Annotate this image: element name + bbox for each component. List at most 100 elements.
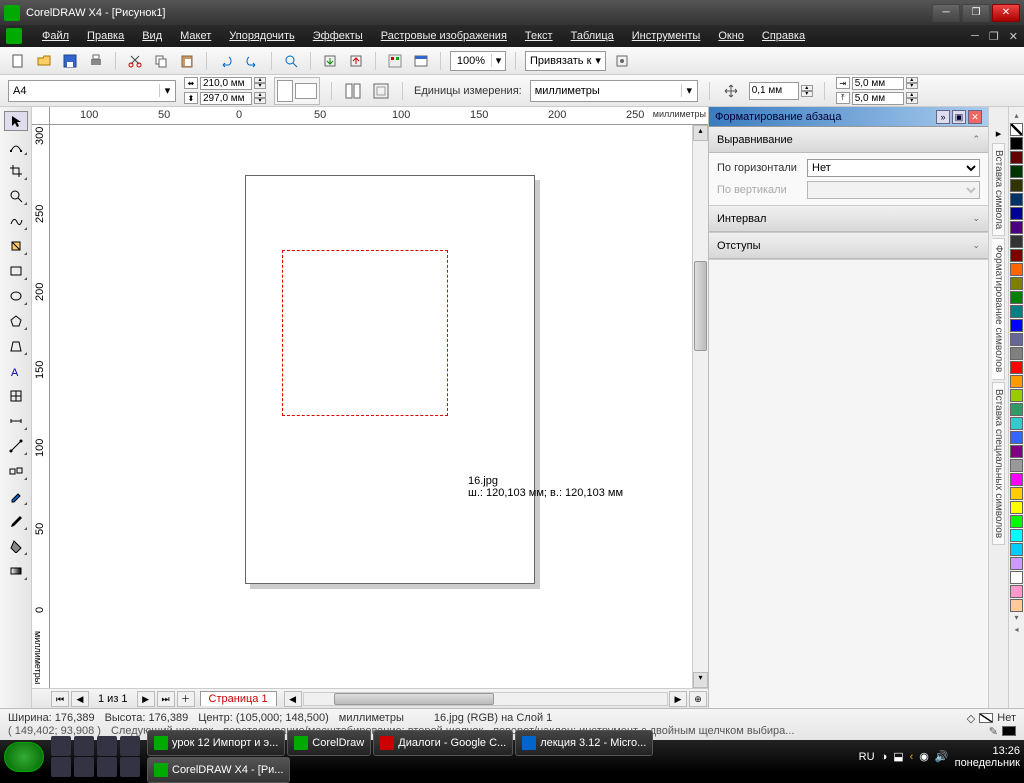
ql-2[interactable] [74, 736, 94, 756]
first-page-button[interactable]: ⏮ [51, 691, 69, 707]
add-page-button[interactable]: ＋ [177, 691, 195, 707]
color-swatch[interactable] [1010, 193, 1023, 206]
docker-tab-special[interactable]: Вставка специальных символов [992, 382, 1005, 545]
import-placement-rect[interactable] [282, 250, 448, 416]
fill-swatch[interactable] [979, 713, 993, 723]
paper-size-combo[interactable]: ▾ [8, 80, 176, 102]
docker-titlebar[interactable]: Форматирование абзаца » ▣ ✕ [709, 107, 988, 127]
color-swatch[interactable] [1010, 319, 1023, 332]
color-swatch[interactable] [1010, 585, 1023, 598]
docker-tab-insert-char[interactable]: Вставка символа [992, 143, 1005, 236]
prev-page-button[interactable]: ◀ [71, 691, 89, 707]
menu-table[interactable]: Таблица [563, 28, 622, 44]
spin-down[interactable]: ▾ [254, 98, 266, 104]
color-swatch[interactable] [1010, 361, 1023, 374]
docker-tab-char-format[interactable]: Форматирование символов [992, 238, 1005, 379]
units-combo[interactable]: ▾ [530, 80, 698, 102]
zoom-tool[interactable] [4, 186, 28, 206]
color-swatch[interactable] [1010, 431, 1023, 444]
tray-arrow-icon[interactable]: ‹ [910, 751, 914, 763]
ql-7[interactable] [97, 757, 117, 777]
print-button[interactable] [86, 51, 106, 71]
tray-icon[interactable]: ◉ [919, 750, 929, 763]
ql-1[interactable] [51, 736, 71, 756]
blend-tool[interactable] [4, 461, 28, 481]
portrait-button[interactable] [277, 80, 293, 102]
freehand-tool[interactable] [4, 211, 28, 231]
ql-8[interactable] [120, 757, 140, 777]
color-swatch[interactable] [1010, 459, 1023, 472]
doc-close-button[interactable]: ✕ [1009, 30, 1018, 43]
color-swatch[interactable] [1010, 151, 1023, 164]
page-frame-button[interactable] [371, 81, 391, 101]
menu-edit[interactable]: Правка [79, 28, 132, 44]
ruler-horizontal[interactable]: миллиметры10050050100150200250 [32, 107, 708, 125]
color-swatch[interactable] [1010, 445, 1023, 458]
color-swatch[interactable] [1010, 515, 1023, 528]
horiz-align-select[interactable]: Нет [807, 159, 980, 177]
color-swatch[interactable] [1010, 543, 1023, 556]
pick-tool[interactable] [4, 111, 28, 131]
scroll-up-button[interactable]: ▴ [693, 125, 708, 141]
color-swatch[interactable] [1010, 487, 1023, 500]
crop-tool[interactable] [4, 161, 28, 181]
no-color-swatch[interactable] [1010, 123, 1023, 136]
ellipse-tool[interactable] [4, 286, 28, 306]
navigator-button[interactable]: ⊕ [689, 691, 707, 707]
app-launcher-button[interactable] [385, 51, 405, 71]
export-button[interactable] [346, 51, 366, 71]
docker-menu-button[interactable]: ▣ [952, 110, 966, 124]
outline-tool[interactable] [4, 511, 28, 531]
dimension-tool[interactable] [4, 411, 28, 431]
clock[interactable]: 13:26 24.03.2008 понедельник [955, 745, 1020, 769]
redo-button[interactable] [242, 51, 262, 71]
page-height-input[interactable] [200, 92, 252, 105]
palette-up-icon[interactable]: ▴ [1009, 111, 1024, 123]
scroll-down-button[interactable]: ▾ [693, 672, 708, 688]
taskbar-item[interactable]: урок 12 Импорт и э... [147, 730, 285, 756]
color-swatch[interactable] [1010, 501, 1023, 514]
docker-collapse-button[interactable]: » [936, 110, 950, 124]
menu-text[interactable]: Текст [517, 28, 561, 44]
last-page-button[interactable]: ⏭ [157, 691, 175, 707]
lang-indicator[interactable]: RU [859, 751, 875, 763]
color-swatch[interactable] [1010, 333, 1023, 346]
menu-layout[interactable]: Макет [172, 28, 219, 44]
text-tool[interactable]: A [4, 361, 28, 381]
taskbar-item[interactable]: CorelDRAW X4 - [Ри... [147, 757, 290, 783]
tray-icon[interactable]: ⬓ [893, 750, 903, 763]
color-swatch[interactable] [1010, 571, 1023, 584]
snap-dropdown-icon[interactable]: ▾ [595, 54, 601, 67]
copy-button[interactable] [151, 51, 171, 71]
color-swatch[interactable] [1010, 291, 1023, 304]
taskbar-item[interactable]: CorelDraw [287, 730, 371, 756]
color-swatch[interactable] [1010, 277, 1023, 290]
palette-flyout-icon[interactable]: ◂ [1009, 625, 1024, 637]
units-input[interactable] [531, 85, 681, 97]
section-alignment[interactable]: Выравнивание⌃ [709, 127, 988, 153]
open-button[interactable] [34, 51, 54, 71]
color-swatch[interactable] [1010, 137, 1023, 150]
dupy-input[interactable] [852, 92, 904, 105]
import-button[interactable] [320, 51, 340, 71]
shape-tool[interactable] [4, 136, 28, 156]
menu-bitmaps[interactable]: Растровые изображения [373, 28, 515, 44]
color-swatch[interactable] [1010, 529, 1023, 542]
hscroll-track[interactable] [303, 692, 668, 706]
color-swatch[interactable] [1010, 235, 1023, 248]
color-swatch[interactable] [1010, 375, 1023, 388]
menu-tools[interactable]: Инструменты [624, 28, 709, 44]
table-tool[interactable] [4, 386, 28, 406]
scroll-right-button[interactable]: ▶ [669, 691, 687, 707]
dupx-input[interactable] [852, 77, 904, 90]
menu-effects[interactable]: Эффекты [305, 28, 371, 44]
scroll-left-button[interactable]: ◀ [284, 691, 302, 707]
welcome-button[interactable] [411, 51, 431, 71]
maximize-button[interactable]: ❐ [962, 4, 990, 22]
section-indents[interactable]: Отступы⌄ [709, 233, 988, 259]
page-tab[interactable]: Страница 1 [200, 691, 277, 706]
snap-combo[interactable]: Привязать к ▾ [525, 51, 606, 71]
units-dropdown-icon[interactable]: ▾ [681, 84, 697, 97]
menu-help[interactable]: Справка [754, 28, 813, 44]
menu-arrange[interactable]: Упорядочить [221, 28, 302, 44]
